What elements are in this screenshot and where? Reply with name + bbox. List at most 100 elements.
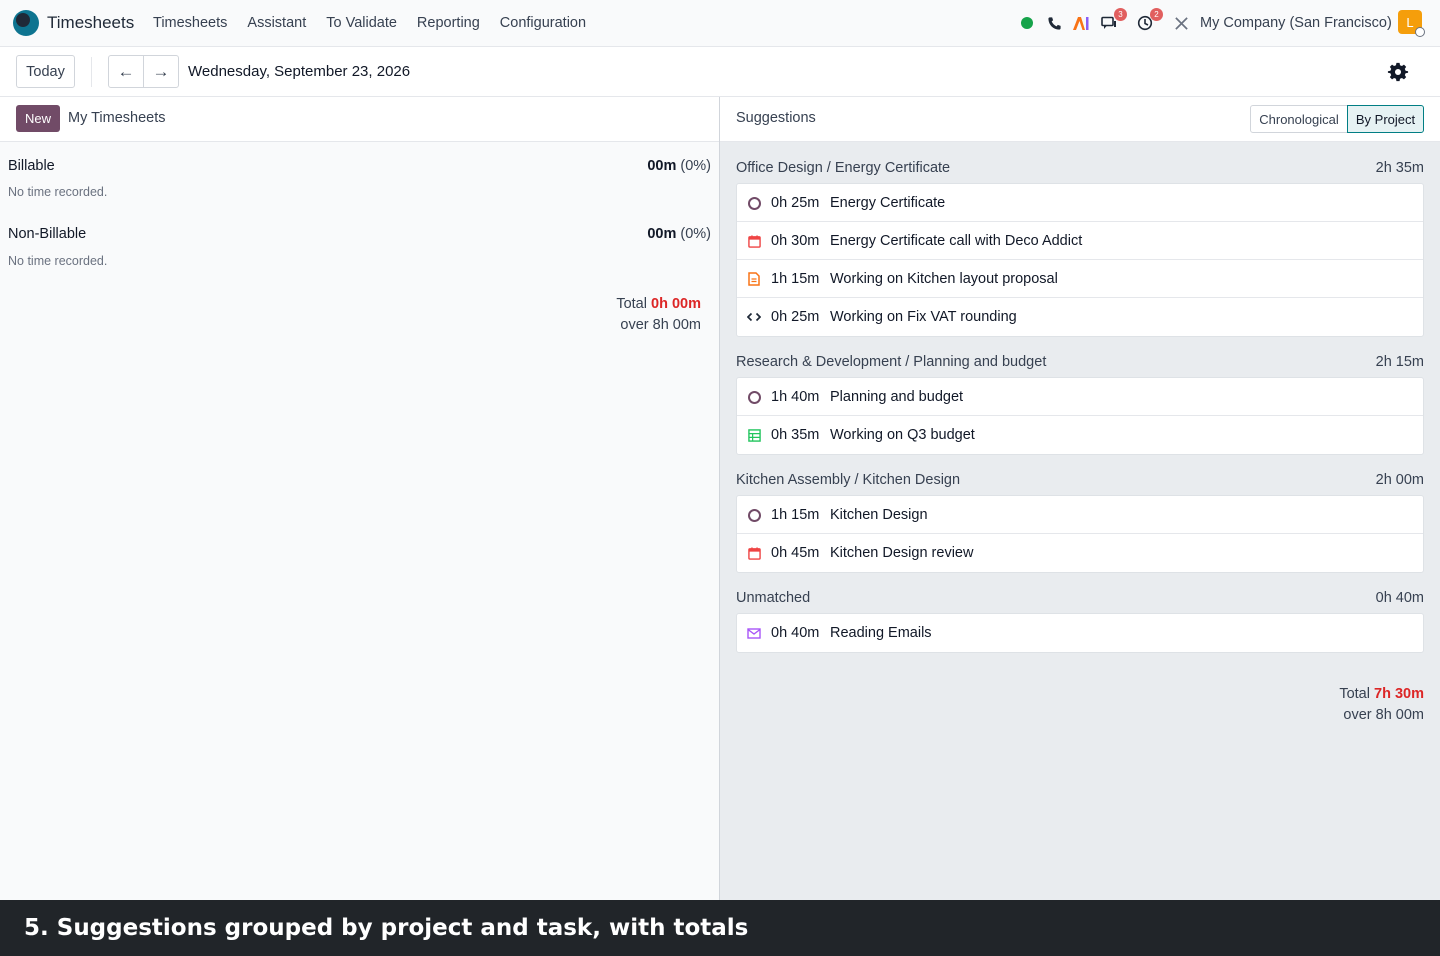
menu-reporting[interactable]: Reporting [417,15,480,31]
arrow-right-icon: → [152,61,170,81]
suggestion-row[interactable]: 0h 30m Energy Certificate call with Deco… [737,222,1423,260]
group-total: 0h 40m [1375,590,1424,606]
next-day-button[interactable]: → [143,55,179,88]
control-panel: Today ← → Wednesday, September 23, 2026 [0,47,1440,97]
billable-empty-text: No time recorded. [8,185,108,199]
ai-icon[interactable] [1072,14,1090,32]
menu-configuration[interactable]: Configuration [500,15,586,31]
suggestion-name: Working on Kitchen layout proposal [830,270,1058,287]
messages-badge: 3 [1114,8,1127,21]
left-total: Total 0h 00m [616,296,701,312]
calendar-icon [747,234,761,248]
by-project-toggle[interactable]: By Project [1347,105,1424,133]
menu-assistant[interactable]: Assistant [247,15,306,31]
calendar-icon [747,546,761,560]
suggestion-duration: 1h 15m [771,506,820,523]
task-icon [747,390,761,404]
suggestion-duration: 0h 45m [771,545,820,561]
code-icon [747,310,761,324]
non-billable-value: 00m (0%) [647,226,711,242]
group-header: Unmatched 0h 40m [736,590,1424,606]
suggestion-name: Reading Emails [830,625,932,641]
suggestion-name: Kitchen Design [830,506,928,523]
company-switcher[interactable]: My Company (San Francisco) [1200,15,1392,31]
billable-value: 00m (0%) [647,158,711,174]
suggestions-total-target: over 8h 00m [1343,707,1424,723]
suggestion-duration: 0h 25m [771,309,820,325]
suggestion-row[interactable]: 0h 45m Kitchen Design review [737,534,1423,572]
chronological-toggle[interactable]: Chronological [1250,105,1348,133]
group-title: Office Design / Energy Certificate [736,160,951,176]
spreadsheet-icon [747,428,761,442]
arrow-left-icon: ← [117,61,135,81]
clock-icon[interactable]: 2 [1136,8,1163,32]
my-timesheets-header: New My Timesheets [0,97,719,142]
group-header: Research & Development / Planning and bu… [736,354,1424,370]
suggestion-name: Working on Q3 budget [830,427,975,443]
phone-icon[interactable] [1045,14,1063,32]
suggestion-list: 1h 15m Kitchen Design 0h 45m Kitchen Des… [736,495,1424,573]
suggestion-duration: 1h 15m [771,270,820,287]
suggestion-list: 0h 25m Energy Certificate 0h 30m Energy … [736,183,1424,337]
document-icon [747,272,761,286]
suggestion-row[interactable]: 0h 25m Working on Fix VAT rounding [737,298,1423,336]
group-header: Office Design / Energy Certificate 2h 35… [736,160,1424,176]
task-icon [747,196,761,210]
presence-status-icon[interactable] [1018,14,1036,32]
suggestion-row[interactable]: 1h 40m Planning and budget [737,378,1423,416]
suggestion-duration: 0h 40m [771,625,820,641]
app-logo-icon[interactable] [13,10,39,36]
suggestion-name: Working on Fix VAT rounding [830,309,1017,325]
suggestion-list: 0h 40m Reading Emails [736,613,1424,653]
current-date[interactable]: Wednesday, September 23, 2026 [188,63,410,80]
tutorial-caption: 5. Suggestions grouped by project and ta… [0,900,1440,956]
suggestion-duration: 0h 35m [771,427,820,443]
non-billable-empty-text: No time recorded. [8,254,108,268]
suggestion-row[interactable]: 1h 15m Working on Kitchen layout proposa… [737,260,1423,298]
suggestion-row[interactable]: 0h 25m Energy Certificate [737,184,1423,222]
suggestion-row[interactable]: 0h 35m Working on Q3 budget [737,416,1423,454]
activities-badge: 2 [1150,8,1163,21]
left-total-target: over 8h 00m [620,317,701,333]
avatar-initial: L [1406,14,1414,30]
billable-label: Billable [8,158,55,174]
task-icon [747,508,761,522]
new-button[interactable]: New [16,105,60,132]
suggestion-duration: 0h 25m [771,194,820,211]
away-status-icon [1415,27,1425,37]
suggestion-name: Kitchen Design review [830,545,974,561]
top-navbar: Timesheets Timesheets Assistant To Valid… [0,0,1440,47]
group-title: Kitchen Assembly / Kitchen Design [736,472,961,488]
suggestion-list: 1h 40m Planning and budget 0h 35m Workin… [736,377,1424,455]
menu-to-validate[interactable]: To Validate [326,15,397,31]
suggestion-duration: 1h 40m [771,388,820,405]
menu-timesheets[interactable]: Timesheets [153,15,227,31]
suggestion-name: Planning and budget [830,388,964,405]
app-title[interactable]: Timesheets [47,13,134,33]
group-title: Unmatched [736,590,811,606]
group-header: Kitchen Assembly / Kitchen Design 2h 00m [736,472,1424,488]
previous-day-button[interactable]: ← [108,55,144,88]
suggestions-pane: Suggestions Chronological By Project Off… [720,97,1440,900]
suggestion-name: Energy Certificate [830,194,946,211]
group-total: 2h 00m [1375,472,1424,488]
group-total: 2h 15m [1375,354,1424,370]
group-total: 2h 35m [1375,160,1424,176]
group-title: Research & Development / Planning and bu… [736,354,1047,370]
email-icon [747,626,761,640]
suggestions-title: Suggestions [736,110,816,126]
gear-icon[interactable] [1387,61,1409,83]
suggestion-row[interactable]: 1h 15m Kitchen Design [737,496,1423,534]
today-button[interactable]: Today [16,55,75,88]
suggestion-row[interactable]: 0h 40m Reading Emails [737,614,1423,652]
suggestions-total: Total 7h 30m [1339,686,1424,702]
tools-icon[interactable] [1172,14,1190,32]
suggestions-header: Suggestions Chronological By Project [720,97,1440,142]
suggestion-name: Energy Certificate call with Deco Addict [830,232,1083,249]
my-timesheets-pane: New My Timesheets Billable 00m (0%) No t… [0,97,720,900]
messages-icon[interactable]: 3 [1100,8,1127,32]
my-timesheets-title: My Timesheets [68,110,166,126]
suggestion-duration: 0h 30m [771,232,820,249]
divider [91,57,92,87]
user-avatar[interactable]: L [1398,10,1425,37]
